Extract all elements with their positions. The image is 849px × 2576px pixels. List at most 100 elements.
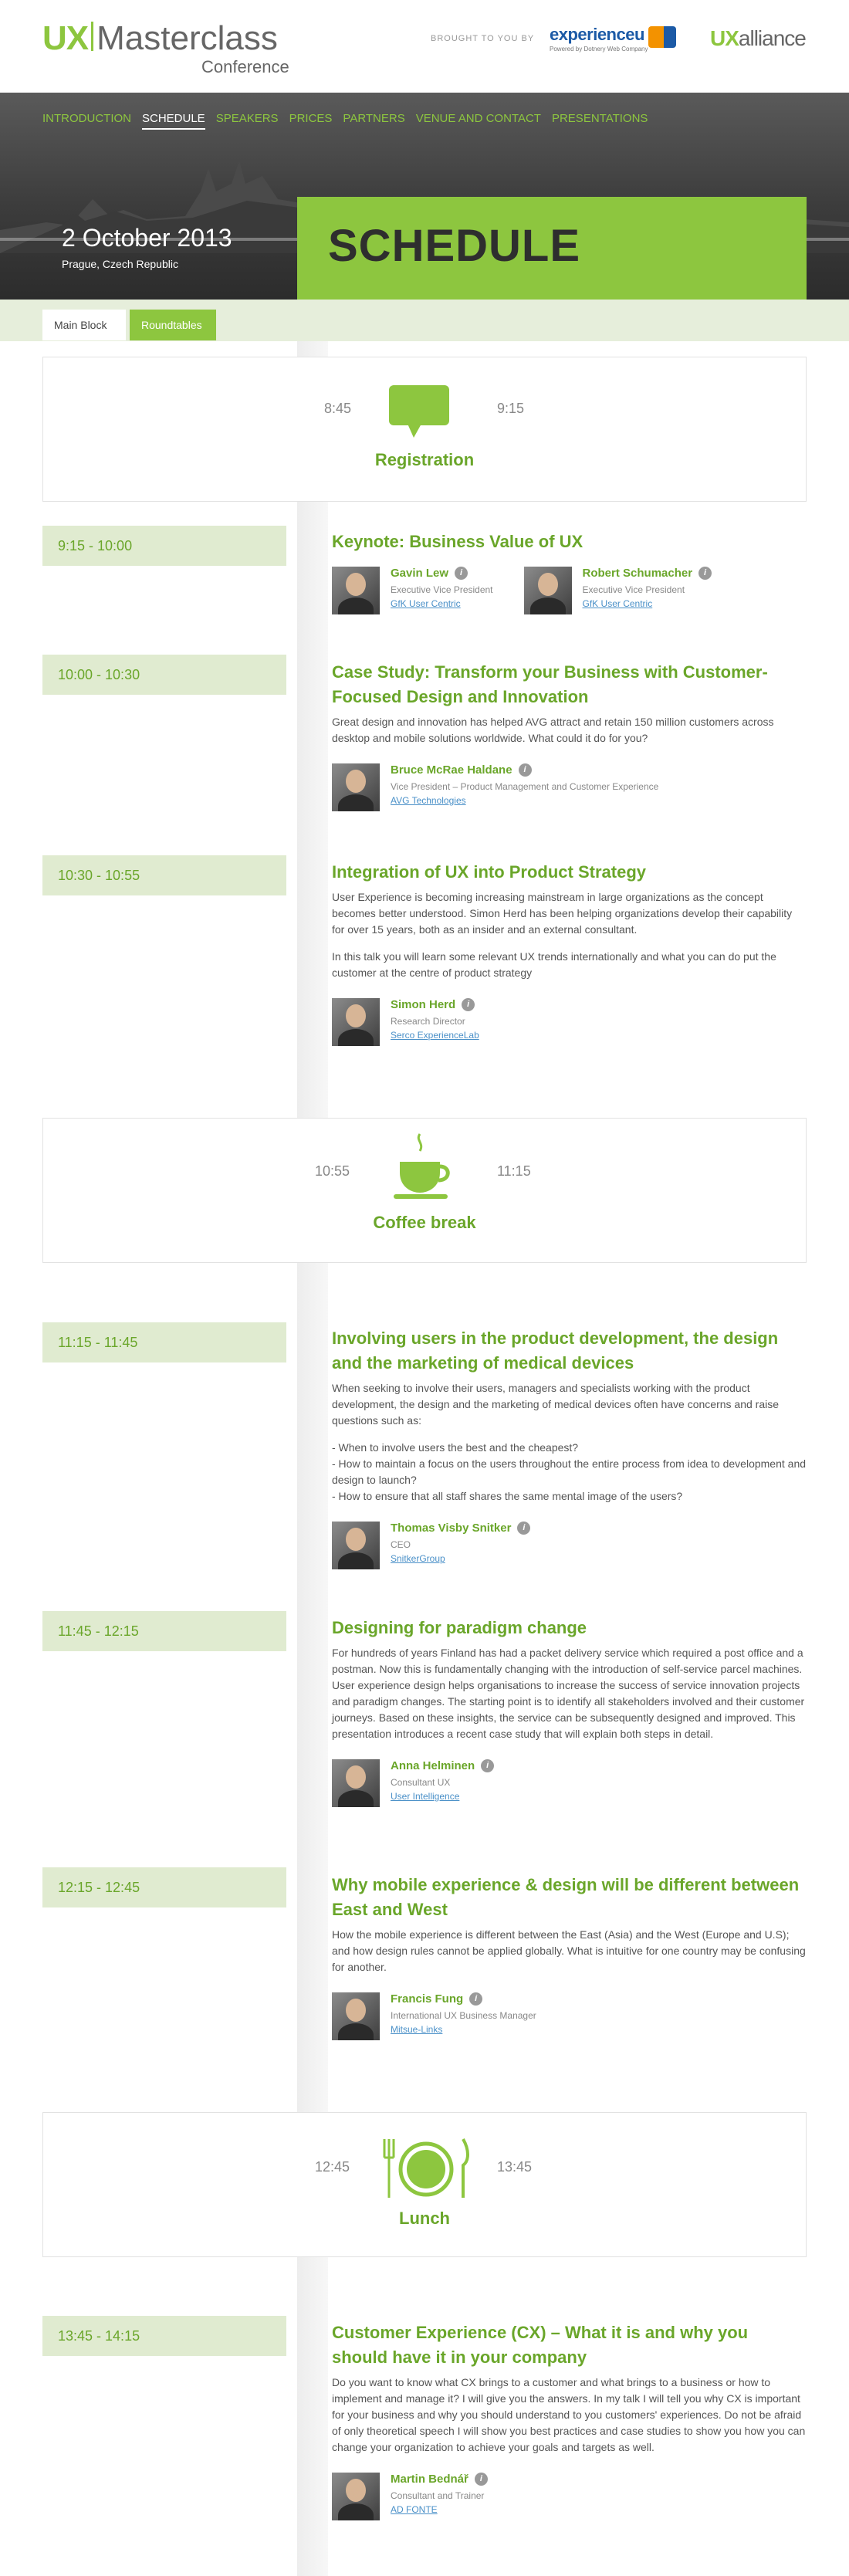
break-registration: 8:45 9:15 Registration xyxy=(42,357,807,502)
alliance-rest: alliance xyxy=(738,26,807,50)
break-end-time: 13:45 xyxy=(497,2159,533,2175)
speaker-company-link[interactable]: User Intelligence xyxy=(391,1791,494,1802)
session-description: How the mobile experience is different b… xyxy=(332,1928,806,1973)
tab-roundtables[interactable]: Roundtables xyxy=(130,310,216,340)
speaker-company-link[interactable]: AVG Technologies xyxy=(391,795,658,806)
speaker-name[interactable]: Thomas Visby Snitker xyxy=(391,1522,511,1535)
nav-venue-contact[interactable]: VENUE AND CONTACT xyxy=(416,112,541,130)
session-paradigm-change: Designing for paradigm change For hundre… xyxy=(332,1616,807,1807)
speaker-name-row: Robert Schumacher i xyxy=(583,567,712,580)
nav-prices[interactable]: PRICES xyxy=(289,112,333,130)
session-question-list: - When to involve users the best and the… xyxy=(332,1441,807,1502)
speaker-company-link[interactable]: Mitsue-Links xyxy=(391,2024,536,2035)
break-start-time: 8:45 xyxy=(324,401,352,416)
speaker-name[interactable]: Francis Fung xyxy=(391,1992,463,2006)
hero-date: 2 October 2013 xyxy=(62,224,232,252)
tab-main-block[interactable]: Main Block xyxy=(42,310,126,340)
session-title[interactable]: Designing for paradigm change xyxy=(332,1616,807,1640)
session-time: 9:15 - 10:00 xyxy=(42,526,286,566)
info-icon[interactable]: i xyxy=(462,998,475,1011)
session-title[interactable]: Integration of UX into Product Strategy xyxy=(332,860,807,885)
session-mobile-east-west: Why mobile experience & design will be d… xyxy=(332,1873,807,2040)
speaker-card: Bruce McRae Haldane i Vice President – Pr… xyxy=(332,763,658,811)
hero-location: Prague, Czech Republic xyxy=(62,258,178,270)
hero-banner: INTRODUCTION SCHEDULE SPEAKERS PRICES PA… xyxy=(0,93,849,300)
speaker-list: Thomas Visby Snitker i CEO SnitkerGroup xyxy=(332,1522,807,1569)
speaker-role: Executive Vice President xyxy=(582,584,685,595)
nav-schedule[interactable]: SCHEDULE xyxy=(142,112,205,130)
speaker-photo xyxy=(523,567,572,614)
speaker-photo xyxy=(332,567,380,614)
ux-alliance-logo[interactable]: UXalliance xyxy=(710,26,807,51)
break-end-time: 9:15 xyxy=(497,401,525,416)
info-icon[interactable]: i xyxy=(455,567,468,580)
session-time: 11:45 - 12:15 xyxy=(42,1611,286,1651)
speaker-name-row: Gavin Lew i xyxy=(391,567,493,580)
speaker-name[interactable]: Robert Schumacher xyxy=(583,567,693,580)
info-icon[interactable]: i xyxy=(469,1992,483,2006)
speaker-card: Simon Herd i Research Director Serco Expe… xyxy=(332,998,479,1046)
speaker-company-link[interactable]: GfK User Centric xyxy=(391,598,493,609)
session-title[interactable]: Involving users in the product developme… xyxy=(332,1326,807,1376)
speaker-photo xyxy=(332,2473,380,2520)
session-time: 13:45 - 14:15 xyxy=(42,2316,286,2356)
session-customer-experience: Customer Experience (CX) – What it is an… xyxy=(332,2320,807,2520)
site-header: UX Masterclass Conference BROUGHT TO YOU… xyxy=(0,0,849,93)
speaker-photo xyxy=(332,1992,380,2040)
session-description: For hundreds of years Finland has had a … xyxy=(332,1647,805,1740)
speaker-role: Consultant and Trainer xyxy=(391,2490,485,2501)
break-end-time: 11:15 xyxy=(497,1163,531,1179)
speaker-photo xyxy=(332,1759,380,1807)
session-title[interactable]: Customer Experience (CX) – What it is an… xyxy=(332,2320,807,2370)
session-time: 10:00 - 10:30 xyxy=(42,655,286,695)
speaker-role: Research Director xyxy=(391,1016,465,1027)
speaker-company-link[interactable]: SnitkerGroup xyxy=(391,1553,530,1564)
speaker-photo xyxy=(332,1522,380,1569)
nav-presentations[interactable]: PRESENTATIONS xyxy=(552,112,648,130)
session-description: When seeking to involve their users, man… xyxy=(332,1382,780,1427)
speaker-company-link[interactable]: AD FONTE xyxy=(391,2504,488,2515)
break-start-time: 12:45 xyxy=(315,2159,350,2175)
speaker-list: Anna Helminen i Consultant UX User Intell… xyxy=(332,1759,807,1807)
session-title[interactable]: Why mobile experience & design will be d… xyxy=(332,1873,807,1922)
plate-cutlery-icon xyxy=(383,2138,469,2198)
session-description: Do you want to know what CX brings to a … xyxy=(332,2376,806,2453)
break-start-time: 10:55 xyxy=(315,1163,350,1179)
speaker-company-link[interactable]: Serco ExperienceLab xyxy=(391,1030,479,1041)
speaker-name[interactable]: Anna Helminen xyxy=(391,1759,475,1772)
speaker-name[interactable]: Bruce McRae Haldane xyxy=(391,763,512,777)
speaker-name[interactable]: Martin Bednář xyxy=(391,2473,468,2486)
speaker-list: Martin Bednář i Consultant and Trainer AD… xyxy=(332,2473,807,2520)
nav-partners[interactable]: PARTNERS xyxy=(343,112,404,130)
speaker-name-row: Francis Fung i xyxy=(391,1992,536,2006)
logo-conference: Conference xyxy=(201,57,289,76)
logo-masterclass: Masterclass xyxy=(96,19,278,57)
session-title[interactable]: Keynote: Business Value of UX xyxy=(332,530,807,554)
coffee-cup-icon xyxy=(394,1133,450,1199)
speaker-card: Francis Fung i International UX Business … xyxy=(332,1992,536,2040)
session-title[interactable]: Case Study: Transform your Business with… xyxy=(332,660,807,709)
info-icon[interactable]: i xyxy=(518,763,532,777)
speaker-name[interactable]: Simon Herd xyxy=(391,998,455,1011)
speaker-photo xyxy=(332,763,380,811)
info-icon[interactable]: i xyxy=(698,567,712,580)
session-medical-devices: Involving users in the product developme… xyxy=(332,1326,807,1569)
nav-speakers[interactable]: SPEAKERS xyxy=(216,112,279,130)
tabs-strip: Main Block Roundtables xyxy=(0,300,849,341)
break-coffee: 10:55 11:15 Coffee break xyxy=(42,1118,807,1263)
speaker-name[interactable]: Gavin Lew xyxy=(391,567,448,580)
session-keynote: Keynote: Business Value of UX Gavin Lew i… xyxy=(332,530,807,614)
speaker-card: Gavin Lew i Executive Vice President GfK … xyxy=(332,567,493,614)
speaker-company-link[interactable]: GfK User Centric xyxy=(583,598,712,609)
sponsor-sub: Powered by Dotnery Web Company xyxy=(550,46,648,52)
info-icon[interactable]: i xyxy=(517,1522,531,1535)
speaker-name-row: Martin Bednář i xyxy=(391,2473,488,2486)
hero-title-box: SCHEDULE xyxy=(297,197,807,300)
info-icon[interactable]: i xyxy=(474,2473,488,2486)
sponsor-logo[interactable]: experienceu Powered by Dotnery Web Compa… xyxy=(550,25,676,52)
info-icon[interactable]: i xyxy=(481,1759,495,1772)
site-logo[interactable]: UX Masterclass Conference xyxy=(42,19,289,77)
session-case-study: Case Study: Transform your Business with… xyxy=(332,660,807,811)
nav-introduction[interactable]: INTRODUCTION xyxy=(42,112,131,130)
speaker-name-row: Thomas Visby Snitker i xyxy=(391,1522,531,1535)
